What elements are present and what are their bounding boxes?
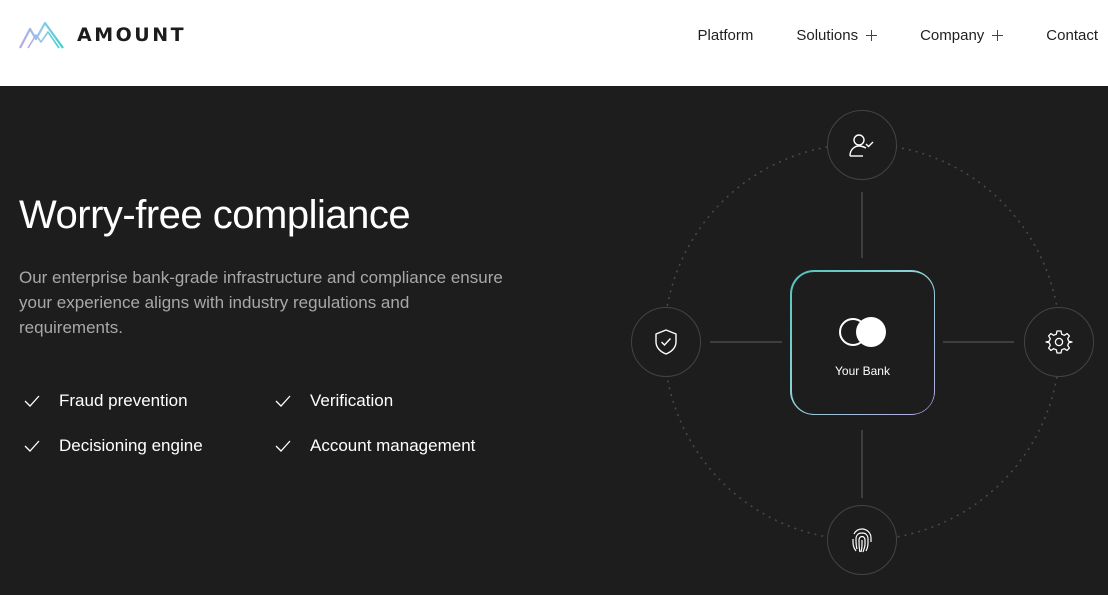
shield-node [631, 307, 701, 377]
feature-label: Decisioning engine [59, 436, 203, 455]
nav-solutions[interactable]: Solutions [796, 27, 878, 44]
feature-label: Account management [310, 436, 476, 455]
user-check-node [827, 110, 897, 180]
your-bank-label: Your Bank [835, 363, 890, 378]
hero-description: Our enterprise bank-grade infrastructure… [19, 268, 503, 337]
feature-list: Fraud prevention Verification Decisionin… [24, 390, 524, 457]
gear-icon [1045, 330, 1073, 354]
your-bank-card: Your Bank [790, 270, 935, 415]
logo-text: AMOUNT [77, 24, 187, 46]
user-check-icon [849, 134, 874, 157]
feature-label: Fraud prevention [59, 391, 188, 410]
fingerprint-icon [852, 528, 872, 553]
feature-item: Account management [275, 435, 525, 457]
feature-label: Verification [310, 391, 394, 410]
feature-item: Decisioning engine [24, 435, 275, 457]
your-bank-card-inner: Your Bank [791, 271, 934, 414]
check-icon [275, 440, 291, 452]
check-icon [24, 395, 40, 407]
plus-icon [992, 30, 1004, 41]
plus-icon [866, 30, 878, 41]
hero-title: Worry-free compliance [19, 193, 411, 237]
nav-solutions-label: Solutions [796, 27, 859, 44]
feature-item: Verification [275, 390, 525, 412]
bank-logo-icon [838, 316, 887, 348]
nav-contact[interactable]: Contact [1046, 27, 1098, 44]
check-icon [24, 440, 40, 452]
nav-company-label: Company [920, 27, 985, 44]
nav-contact-label: Contact [1046, 27, 1098, 44]
logo[interactable]: AMOUNT [19, 21, 186, 49]
dot-shape [855, 316, 886, 347]
bank-diagram: Your Bank [600, 86, 1108, 595]
fingerprint-node [827, 505, 897, 575]
shield-check-icon [655, 329, 677, 355]
nav-company[interactable]: Company [920, 27, 1004, 44]
main-nav: Platform Solutions Company Contact [698, 27, 1098, 44]
mountain-logo-icon [19, 21, 64, 49]
settings-node [1024, 307, 1094, 377]
nav-platform[interactable]: Platform [698, 27, 754, 44]
nav-platform-label: Platform [697, 27, 754, 44]
site-header: AMOUNT Platform Solutions Company Contac… [0, 0, 1108, 86]
feature-item: Fraud prevention [24, 390, 275, 412]
check-icon [275, 395, 291, 407]
